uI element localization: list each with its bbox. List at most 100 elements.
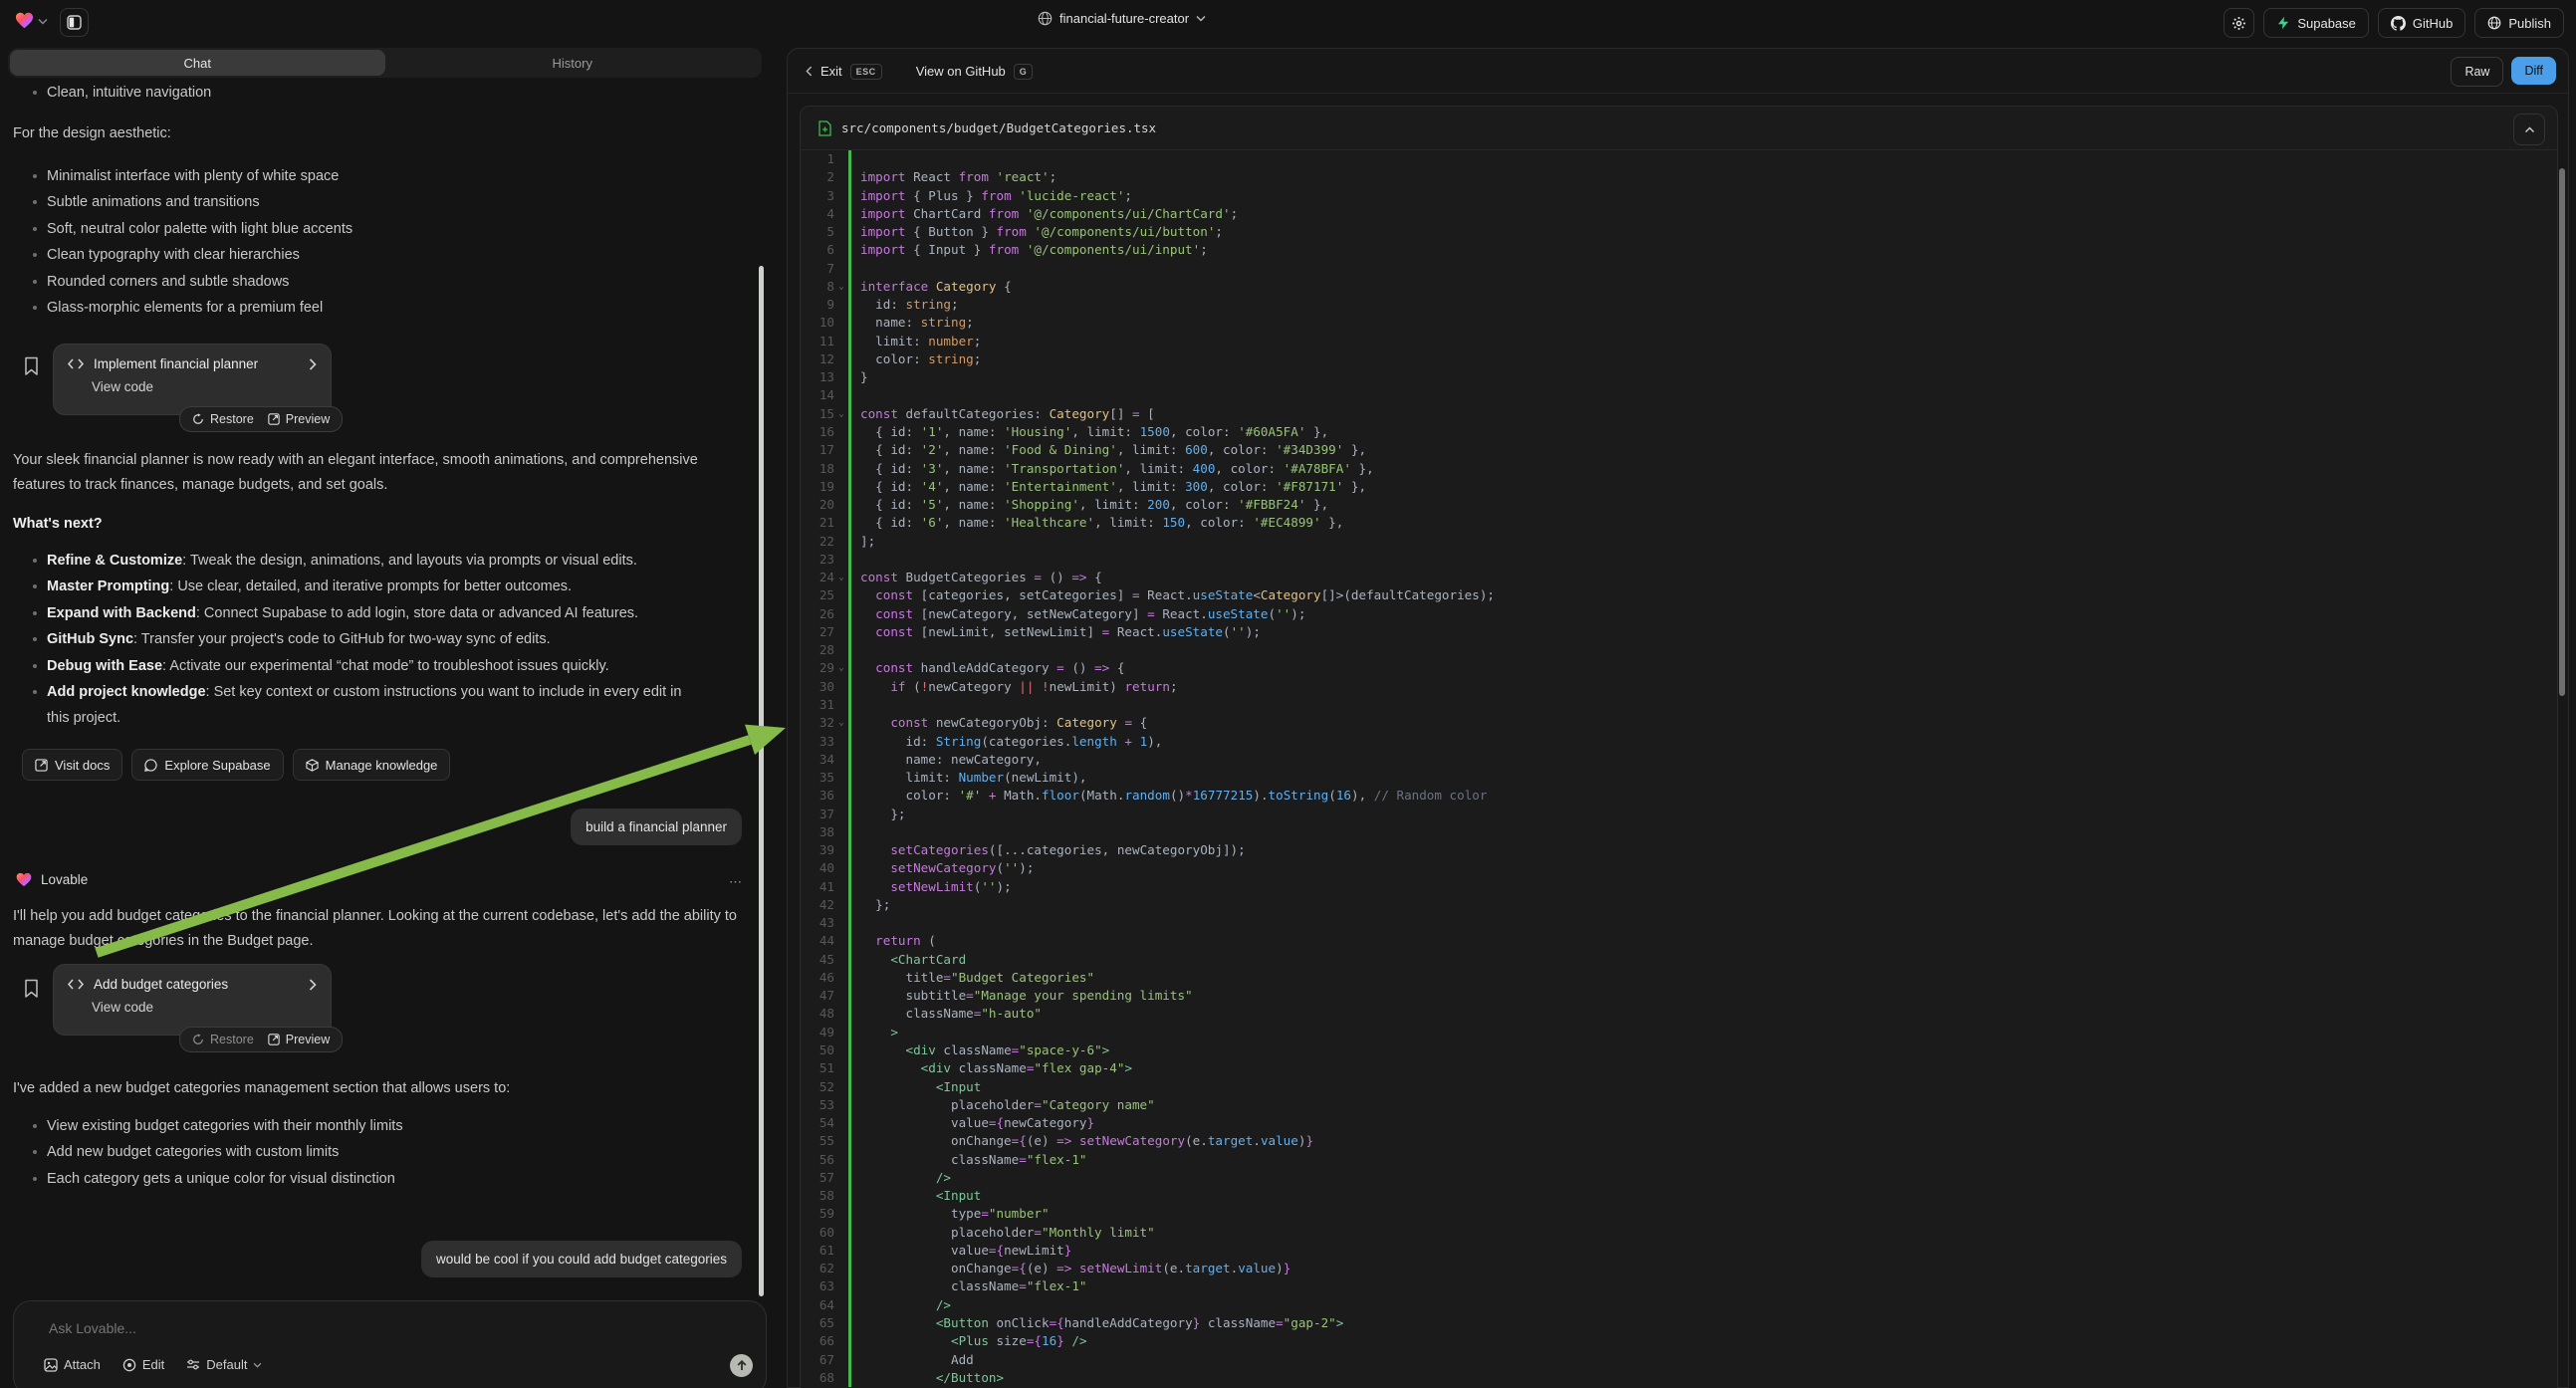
send-button[interactable] [730, 1354, 753, 1377]
project-selector[interactable]: financial-future-creator [1038, 11, 1206, 26]
result-bullet-list: View existing budget categories with the… [0, 1113, 784, 1192]
publish-label: Publish [2508, 16, 2551, 31]
manage-knowledge-button[interactable]: Manage knowledge [293, 749, 451, 781]
exit-button[interactable]: Exit [820, 64, 842, 79]
list-item: Rounded corners and subtle shadows [47, 269, 784, 295]
esc-key-badge: ESC [850, 64, 882, 80]
design-heading: For the design aesthetic: [13, 121, 750, 146]
preview-button[interactable]: Preview [268, 1033, 330, 1046]
assistant-header: Lovable [16, 872, 88, 887]
code-line: 2import React from 'react'; [801, 168, 2557, 186]
target-icon [122, 1358, 136, 1372]
code-line: 11 limit: number; [801, 333, 2557, 350]
code-line: 45 <ChartCard [801, 951, 2557, 969]
composer: Attach Edit Default [13, 1300, 767, 1388]
code-line: 1 [801, 150, 2557, 168]
fold-chevron-icon[interactable]: ⌄ [834, 714, 848, 732]
chat-bubble-icon [144, 759, 157, 772]
restore-icon [192, 1034, 204, 1045]
code-line: 57 /> [801, 1169, 2557, 1187]
fold-chevron-icon[interactable]: ⌄ [834, 659, 848, 677]
version-card-add-budget-categories[interactable]: Add budget categories View code [53, 964, 332, 1036]
project-name: financial-future-creator [1059, 11, 1189, 26]
code-line: 22]; [801, 533, 2557, 551]
diff-toggle-button[interactable]: Diff [2511, 57, 2556, 85]
view-on-github-button[interactable]: View on GitHub [916, 64, 1006, 79]
restore-button[interactable]: Restore [192, 412, 254, 426]
external-link-icon [35, 759, 48, 772]
code-line: 38 [801, 823, 2557, 841]
chat-scrollbar[interactable] [759, 266, 764, 1296]
code-line: 65 <Button onClick={handleAddCategory} c… [801, 1314, 2557, 1332]
fold-chevron-icon[interactable]: ⌄ [834, 405, 848, 423]
github-button[interactable]: GitHub [2378, 8, 2465, 38]
fold-chevron-icon[interactable]: ⌄ [834, 569, 848, 586]
code-scrollbar[interactable] [2559, 168, 2565, 696]
code-line: 17 { id: '2', name: 'Food & Dining', lim… [801, 441, 2557, 459]
version-card-title: Implement financial planner [94, 356, 299, 371]
list-item: GitHub Sync: Transfer your project's cod… [47, 626, 704, 652]
mode-selector[interactable]: Default [186, 1357, 262, 1372]
preview-button[interactable]: Preview [268, 412, 330, 426]
edit-button[interactable]: Edit [122, 1357, 164, 1372]
explore-supabase-button[interactable]: Explore Supabase [131, 749, 283, 781]
code-line: 3import { Plus } from 'lucide-react'; [801, 187, 2557, 205]
top-bar: financial-future-creator Supabase [0, 0, 2576, 48]
code-line: 16 { id: '1', name: 'Housing', limit: 15… [801, 423, 2557, 441]
version-card-title: Add budget categories [94, 977, 299, 992]
version-card-implement-financial-planner[interactable]: Implement financial planner View code [53, 344, 332, 415]
raw-toggle-button[interactable]: Raw [2451, 57, 2503, 87]
file-row[interactable]: src/components/budget/BudgetCategories.t… [801, 107, 2557, 150]
code-line: 21 { id: '6', name: 'Healthcare', limit:… [801, 514, 2557, 532]
lovable-logo-icon[interactable] [15, 12, 34, 29]
list-item: Master Prompting: Use clear, detailed, a… [47, 574, 704, 599]
chevron-left-icon [806, 66, 813, 77]
code-line: 19 { id: '4', name: 'Entertainment', lim… [801, 478, 2557, 496]
logo-chevron-down-icon[interactable] [38, 18, 48, 25]
tab-history[interactable]: History [385, 50, 761, 76]
code-line: 12 color: string; [801, 350, 2557, 368]
assistant-name: Lovable [41, 872, 88, 887]
lovable-heart-icon [16, 872, 32, 887]
code-line: 10 name: string; [801, 314, 2557, 332]
code-line: 52 <Input [801, 1078, 2557, 1096]
code-line: 27 const [newLimit, setNewLimit] = React… [801, 623, 2557, 641]
code-line: 50 <div className="space-y-6"> [801, 1041, 2557, 1059]
visit-docs-button[interactable]: Visit docs [22, 749, 122, 781]
view-code-link[interactable]: View code [92, 1000, 317, 1015]
code-line: 51 <div className="flex gap-4"> [801, 1059, 2557, 1077]
message-more-button[interactable]: ⋯ [729, 874, 743, 890]
g-key-badge: G [1014, 64, 1034, 80]
publish-globe-icon [2487, 16, 2501, 30]
restore-icon [192, 413, 204, 425]
file-path: src/components/budget/BudgetCategories.t… [841, 120, 1156, 135]
chevron-down-icon [253, 1362, 262, 1368]
code-line: 20 { id: '5', name: 'Shopping', limit: 2… [801, 496, 2557, 514]
bookmark-icon[interactable] [24, 979, 39, 999]
code-line: 54 value={newCategory} [801, 1114, 2557, 1132]
code-panel: Exit ESC View on GitHub G Raw Diff src/c… [787, 48, 2569, 1388]
restore-button[interactable]: Restore [192, 1033, 254, 1046]
assistant-paragraph: Your sleek financial planner is now read… [13, 448, 700, 498]
code-line: 63 className="flex-1" [801, 1277, 2557, 1295]
bookmark-icon[interactable] [24, 356, 39, 376]
supabase-button[interactable]: Supabase [2263, 8, 2369, 38]
chat-panel: Clean, intuitive navigation For the desi… [0, 78, 769, 1294]
collapse-file-button[interactable] [2513, 114, 2545, 145]
fold-chevron-icon[interactable]: ⌄ [834, 278, 848, 296]
code-line: 33 id: String(categories.length + 1), [801, 733, 2557, 751]
sidebar-toggle-button[interactable] [60, 8, 89, 37]
file-added-icon [819, 120, 831, 136]
list-item: Add new budget categories with custom li… [47, 1139, 784, 1165]
attach-button[interactable]: Attach [44, 1357, 101, 1372]
chat-input[interactable] [47, 1319, 648, 1337]
code-editor[interactable]: 1 2import React from 'react';3import { P… [801, 150, 2557, 1388]
settings-button[interactable] [2224, 8, 2254, 38]
restore-preview-pill: Restore Preview [179, 406, 343, 432]
user-message: build a financial planner [571, 809, 742, 845]
view-code-link[interactable]: View code [92, 379, 317, 394]
tab-chat[interactable]: Chat [10, 50, 385, 76]
code-line: 64 /> [801, 1296, 2557, 1314]
publish-button[interactable]: Publish [2474, 8, 2564, 38]
code-line: 14 [801, 386, 2557, 404]
